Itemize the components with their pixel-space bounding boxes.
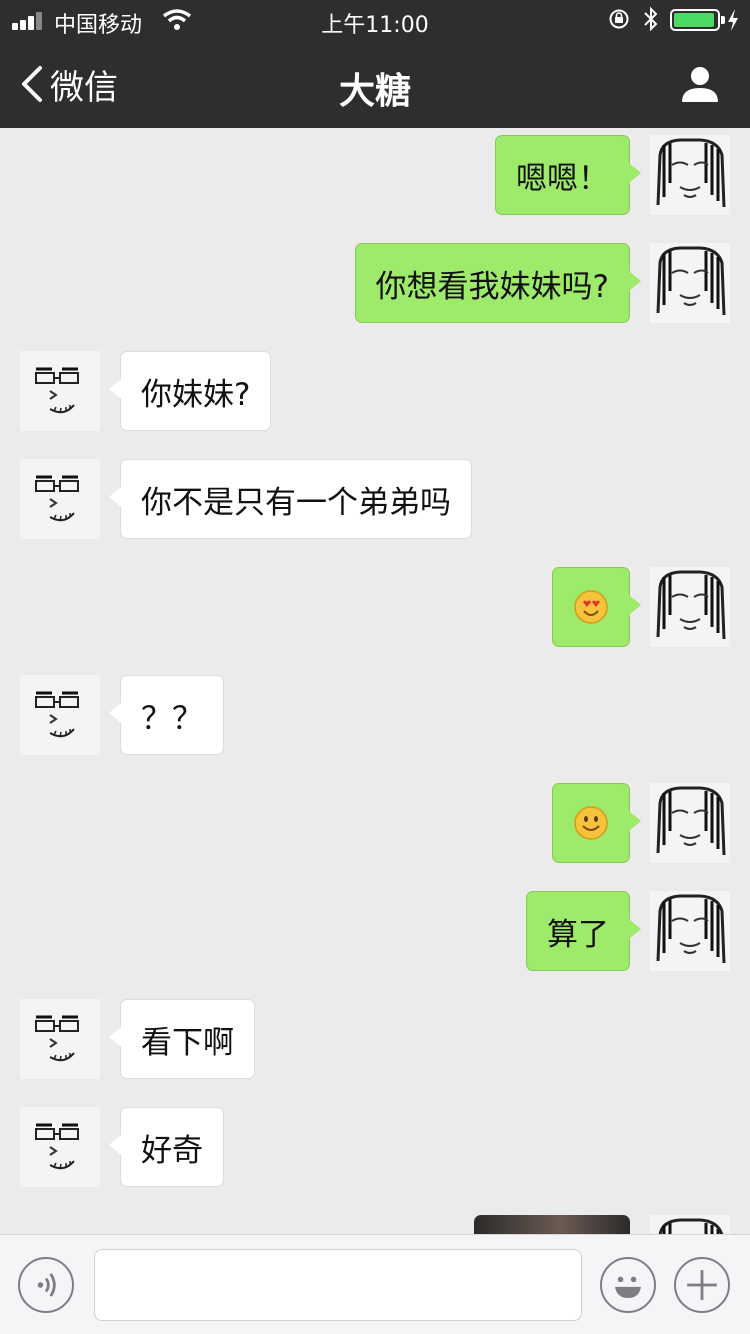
message-row: 看下啊 — [0, 999, 750, 1079]
my-avatar[interactable] — [650, 243, 730, 323]
smile-emoji-icon — [574, 806, 608, 840]
contact-avatar[interactable] — [20, 999, 100, 1079]
my-avatar[interactable] — [650, 135, 730, 215]
message-row: 你想看我妹妹吗? — [0, 243, 750, 323]
message-bubble[interactable]: 你妹妹? — [108, 351, 272, 431]
message-row: 嗯嗯！ — [0, 135, 750, 215]
status-bar: 中国移动 上午11:00 — [0, 0, 750, 40]
message-row: 好奇 — [0, 1107, 750, 1187]
chat-title: 大糖 — [338, 71, 411, 112]
message-bubble[interactable]: 你不是只有一个弟弟吗 — [109, 459, 472, 539]
battery-icon — [670, 9, 725, 31]
my-avatar[interactable] — [650, 1215, 730, 1234]
contact-avatar[interactable] — [20, 675, 100, 755]
rotation-lock-icon — [609, 9, 629, 29]
message-row — [0, 1215, 750, 1234]
profile-icon[interactable] — [680, 64, 720, 104]
message-row: 你不是只有一个弟弟吗 — [0, 459, 750, 539]
message-bubble[interactable]: 你想看我妹妹吗? — [354, 243, 642, 323]
plus-icon[interactable] — [674, 1257, 730, 1313]
status-time: 上午11:00 — [321, 13, 429, 38]
message-list[interactable]: 嗯嗯！ 你想看我妹妹吗? 你妹妹? 你不是只有一个弟弟吗 ？？ 算了 看下啊 好… — [0, 128, 750, 1234]
emoji-icon[interactable] — [600, 1257, 656, 1313]
message-bubble[interactable]: 算了 — [526, 891, 641, 971]
contact-avatar[interactable] — [20, 1107, 100, 1187]
message-input[interactable] — [94, 1249, 582, 1321]
message-bubble[interactable] — [552, 567, 641, 647]
my-avatar[interactable] — [650, 891, 730, 971]
my-avatar[interactable] — [650, 567, 730, 647]
top-bar: 中国移动 上午11:00 微信 大糖 — [0, 0, 750, 128]
message-row: 你妹妹? — [0, 351, 750, 431]
message-row: 算了 — [0, 891, 750, 971]
message-row — [0, 783, 750, 863]
input-bar — [0, 1234, 750, 1334]
message-row — [0, 567, 750, 647]
message-row: ？？ — [0, 675, 750, 755]
charging-icon — [728, 9, 738, 31]
contact-avatar[interactable] — [20, 459, 100, 539]
message-bubble[interactable]: 嗯嗯！ — [495, 135, 641, 215]
message-bubble[interactable]: ？？ — [109, 675, 224, 755]
my-avatar[interactable] — [650, 783, 730, 863]
voice-icon[interactable] — [18, 1257, 74, 1313]
heart-eyes-emoji-icon — [574, 590, 608, 624]
photo-thumbnail[interactable] — [474, 1215, 630, 1234]
bluetooth-icon — [644, 6, 658, 32]
message-bubble[interactable] — [552, 783, 641, 863]
contact-avatar[interactable] — [20, 351, 100, 431]
message-bubble[interactable]: 好奇 — [109, 1107, 224, 1187]
navigation-bar: 微信 大糖 — [0, 40, 750, 128]
message-bubble[interactable]: 看下啊 — [109, 999, 255, 1079]
